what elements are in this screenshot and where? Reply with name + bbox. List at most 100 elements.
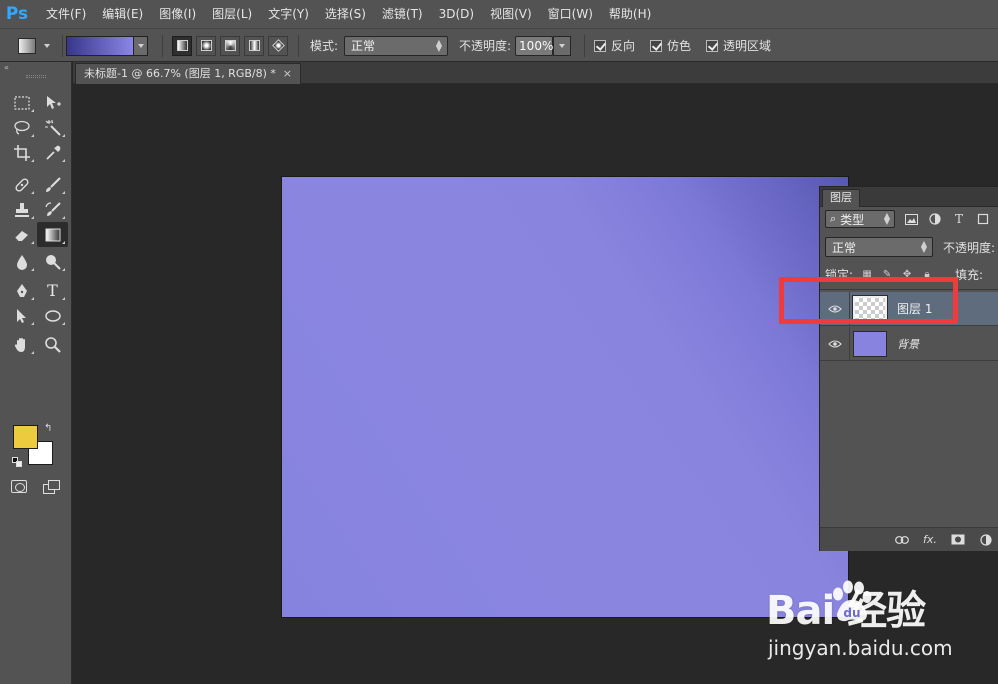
ellipse-icon — [44, 309, 61, 322]
marquee-tool[interactable] — [6, 90, 37, 115]
layer-filter-value: 类型 — [840, 212, 865, 227]
healing-brush-tool[interactable] — [6, 172, 37, 197]
mode-label: 模式: — [310, 39, 339, 53]
quick-mask-icon[interactable] — [11, 480, 27, 493]
opacity-label: 不透明度: — [459, 39, 512, 53]
menu-view[interactable]: 视图(V) — [482, 0, 540, 28]
transparency-option[interactable]: 透明区域 — [706, 29, 771, 62]
layer-filter-select[interactable]: ⌕ 类型 ▲ ▼ — [825, 210, 895, 228]
mode-select[interactable]: 正常 ▲ ▼ — [344, 35, 449, 56]
ellipse-tool[interactable] — [37, 303, 68, 328]
eyedropper-icon — [45, 145, 60, 160]
updown-arrows-icon: ▲ ▼ — [920, 239, 927, 254]
eraser-tool[interactable] — [6, 222, 37, 247]
dodge-tool[interactable] — [37, 249, 68, 274]
tool-preset-picker[interactable] — [18, 29, 62, 62]
opacity-input[interactable]: 100% — [515, 35, 553, 56]
menu-3d[interactable]: 3D(D) — [431, 0, 482, 28]
brush-icon — [45, 176, 61, 192]
menu-help[interactable]: 帮助(H) — [601, 0, 659, 28]
menu-file[interactable]: 文件(F) — [34, 0, 94, 28]
menu-window[interactable]: 窗口(W) — [540, 0, 601, 28]
adjustment-filter-icon[interactable] — [927, 212, 943, 226]
baidu-watermark: Bai 经验 du jingyan.baidu.com — [766, 578, 994, 674]
linear-gradient-icon — [176, 40, 188, 51]
type-tool[interactable]: T — [37, 278, 68, 303]
reverse-checkbox[interactable] — [594, 39, 606, 52]
screen-mode-icon[interactable] — [43, 480, 61, 494]
document-canvas[interactable] — [282, 177, 848, 617]
lasso-tool[interactable] — [6, 115, 37, 140]
menu-layer[interactable]: 图层(L) — [204, 0, 260, 28]
clone-stamp-tool[interactable] — [6, 197, 37, 222]
type-filter-icon[interactable]: T — [951, 212, 967, 226]
blend-mode-select[interactable]: 正常 ▲ ▼ — [825, 237, 933, 257]
fill-label: 填充: — [955, 267, 984, 282]
magic-wand-tool[interactable] — [37, 115, 68, 140]
eraser-icon — [14, 230, 28, 241]
move-tool[interactable] — [37, 90, 68, 115]
layer-thumbnail[interactable] — [853, 330, 887, 357]
history-brush-tool[interactable] — [37, 197, 68, 222]
linear-gradient-button[interactable] — [172, 35, 192, 56]
updown-arrows-icon: ▲ ▼ — [435, 37, 443, 53]
gradient-icon — [45, 228, 60, 241]
layer-row-background[interactable]: 背景 — [820, 326, 998, 361]
mode-group: 模式: 正常 ▲ ▼ — [310, 29, 449, 62]
adjustment-layer-icon[interactable] — [978, 533, 994, 547]
add-mask-icon[interactable] — [950, 533, 966, 547]
brush-tool[interactable] — [37, 172, 68, 197]
pen-tool[interactable] — [6, 278, 37, 303]
reverse-option[interactable]: 反向 — [594, 29, 635, 62]
diamond-gradient-icon — [271, 39, 285, 52]
gradient-dropdown-button[interactable] — [134, 35, 148, 56]
default-colors-icon[interactable] — [12, 457, 22, 467]
document-tab[interactable]: 未标题-1 @ 66.7% (图层 1, RGB/8) * × — [75, 63, 301, 84]
diamond-gradient-button[interactable] — [268, 35, 288, 56]
menu-select[interactable]: 选择(S) — [317, 0, 374, 28]
opacity-slider-button[interactable] — [553, 35, 572, 56]
dither-option[interactable]: 仿色 — [650, 29, 691, 62]
collapse-panel-icon[interactable]: « — [0, 62, 71, 74]
gradient-picker[interactable] — [66, 29, 152, 62]
annotation-highlight-box — [779, 277, 958, 324]
menu-image[interactable]: 图像(I) — [151, 0, 204, 28]
dodge-icon — [45, 254, 61, 270]
swap-colors-icon[interactable]: ↰ — [44, 423, 52, 434]
foreground-color-swatch[interactable] — [13, 425, 38, 449]
gradient-preview[interactable] — [66, 35, 134, 56]
zoom-tool[interactable] — [37, 332, 68, 357]
hand-tool[interactable] — [6, 332, 37, 357]
blur-tool[interactable] — [6, 249, 37, 274]
dither-checkbox[interactable] — [650, 39, 662, 52]
eyedropper-tool[interactable] — [37, 140, 68, 165]
dither-label: 仿色 — [667, 39, 692, 53]
angle-gradient-button[interactable] — [220, 35, 240, 56]
transparency-checkbox[interactable] — [706, 39, 718, 52]
gradient-type-group — [172, 29, 292, 62]
divider — [298, 35, 299, 57]
visibility-toggle[interactable] — [820, 326, 850, 361]
fx-icon[interactable]: fx. — [922, 533, 938, 547]
layer-opacity-label: 不透明度: — [943, 240, 996, 255]
link-icon[interactable] — [894, 533, 910, 547]
crop-tool[interactable] — [6, 140, 37, 165]
shape-filter-icon[interactable] — [975, 212, 991, 226]
panel-grip[interactable] — [26, 75, 46, 78]
radial-gradient-button[interactable] — [196, 35, 216, 56]
document-tab-bar: 未标题-1 @ 66.7% (图层 1, RGB/8) * × — [73, 62, 998, 84]
image-filter-icon[interactable] — [903, 212, 919, 226]
menu-filter[interactable]: 滤镜(T) — [374, 0, 431, 28]
layers-list: 图层 1 背景 — [820, 289, 998, 525]
reflected-gradient-button[interactable] — [244, 35, 264, 56]
layer-name[interactable]: 背景 — [897, 336, 919, 352]
menu-edit[interactable]: 编辑(E) — [94, 0, 151, 28]
opacity-group: 不透明度: 100% — [459, 29, 572, 62]
watermark-url: jingyan.baidu.com — [768, 636, 953, 660]
gradient-tool[interactable] — [37, 222, 68, 247]
reverse-label: 反向 — [611, 39, 636, 53]
path-selection-tool[interactable] — [6, 303, 37, 328]
close-icon[interactable]: × — [283, 64, 292, 84]
menu-type[interactable]: 文字(Y) — [260, 0, 317, 28]
tab-layers[interactable]: 图层 — [822, 189, 860, 207]
